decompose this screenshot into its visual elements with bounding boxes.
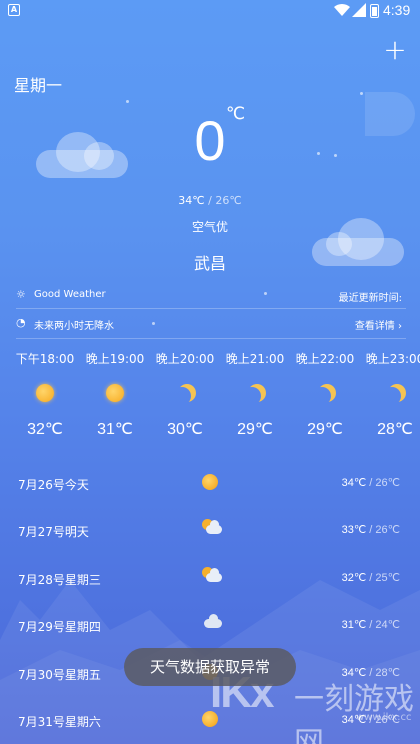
- add-city-button[interactable]: +: [380, 36, 410, 66]
- error-toast: 天气数据获取异常: [124, 648, 296, 686]
- daily-date: 7月26号今天: [18, 478, 89, 492]
- high-temperature: 34℃: [178, 194, 205, 207]
- divider: [16, 308, 406, 309]
- daily-high: 33℃: [341, 524, 367, 537]
- daily-high: 32℃: [341, 571, 367, 584]
- star-decoration: [317, 152, 320, 155]
- hourly-item: 晚上21:00 29℃: [220, 350, 290, 439]
- daily-date: 7月28号星期三: [18, 572, 101, 587]
- hourly-time: 晚上20:00: [155, 352, 215, 366]
- hourly-forecast[interactable]: 下午18:00 32℃ 晚上19:00 31℃ 晚上20:00 30℃ 晚上21:00 29℃…: [0, 350, 420, 450]
- status-time: 4:39: [383, 2, 411, 18]
- daily-date: 7月30号星期五: [18, 667, 101, 682]
- daily-forecast-row[interactable]: 7月29号星期四 31℃ / 24℃: [18, 614, 404, 638]
- signal-icon: [352, 3, 366, 17]
- daily-forecast-row[interactable]: 7月27号明天 33℃ / 26℃: [18, 519, 404, 543]
- moon-icon: [384, 384, 406, 406]
- air-quality: 空气优: [191, 220, 228, 234]
- weather-status-text: Good Weather: [34, 289, 106, 300]
- daily-date: 7月29号星期四: [18, 620, 101, 635]
- hourly-temperature: 32℃: [27, 421, 63, 438]
- hourly-item: 晚上19:00 31℃: [80, 350, 150, 439]
- hourly-item: 下午18:00 32℃: [10, 350, 80, 439]
- hourly-temperature: 29℃: [307, 421, 343, 438]
- hourly-time: 晚上23:00: [365, 352, 420, 366]
- chevron-right-icon: ›: [398, 321, 402, 332]
- watermark-url: www.ikx.cc: [356, 712, 412, 723]
- daily-temperature: 31℃ / 24℃: [342, 618, 400, 631]
- daily-forecast-row[interactable]: 7月26号今天 34℃ / 26℃: [18, 472, 404, 496]
- hourly-temperature: 28℃: [377, 421, 413, 438]
- hourly-item: 晚上22:00 29℃: [290, 350, 360, 439]
- update-time-label: 最近更新时间:: [338, 293, 402, 304]
- rain-forecast-row: ◔ 未来两小时无降水 查看详情 ›: [16, 312, 406, 336]
- star-decoration: [334, 154, 337, 157]
- cloudy-icon: [202, 614, 222, 634]
- app-notification-icon: A: [8, 4, 20, 16]
- temperature-unit: ℃: [226, 104, 246, 124]
- sun-icon: [34, 384, 56, 406]
- city-name[interactable]: 武昌: [0, 250, 420, 274]
- daily-temperature: 32℃ / 25℃: [342, 571, 400, 584]
- daily-forecast-row[interactable]: 7月28号星期三 32℃ / 25℃: [18, 566, 404, 591]
- partly-cloudy-icon: [202, 566, 222, 587]
- hourly-time: 下午18:00: [15, 352, 75, 366]
- moon-icon: [244, 384, 266, 406]
- sun-outline-icon: ☼: [16, 288, 26, 301]
- moon-decoration: [365, 92, 415, 136]
- hourly-time: 晚上21:00: [225, 352, 285, 366]
- battery-icon: [370, 4, 379, 18]
- daily-temperature: 34℃ / 26℃: [342, 476, 400, 489]
- watermark-text: 一刻游戏网: [294, 682, 414, 744]
- daily-date: 7月27号明天: [18, 525, 89, 540]
- hourly-temperature: 29℃: [237, 421, 273, 438]
- daily-low: 24℃: [375, 619, 400, 632]
- low-temperature: 26℃: [215, 194, 242, 207]
- range-separator: /: [204, 194, 216, 207]
- daily-high: 31℃: [341, 619, 367, 632]
- hourly-temperature: 31℃: [97, 421, 133, 438]
- daily-low: 26℃: [375, 524, 400, 537]
- hourly-temperature: 30℃: [167, 421, 203, 438]
- hourly-item: 晚上20:00 30℃: [150, 350, 220, 439]
- status-bar: A 4:39: [0, 0, 420, 22]
- wifi-icon: [334, 3, 350, 16]
- moon-icon: [174, 384, 196, 406]
- rain-forecast-text: 未来两小时无降水: [34, 321, 114, 332]
- moon-icon: [314, 384, 336, 406]
- partly-cloudy-icon: [202, 519, 222, 539]
- divider: [16, 338, 406, 339]
- weekday-label: 星期一: [14, 76, 63, 95]
- hourly-time: 晚上22:00: [295, 352, 355, 366]
- view-details-label: 查看详情: [354, 321, 395, 332]
- daily-high: 34℃: [341, 477, 367, 489]
- star-decoration: [360, 92, 363, 95]
- weather-status-row: ☼ Good Weather 最近更新时间:: [16, 284, 406, 308]
- daily-date: 7月31号星期六: [18, 715, 101, 729]
- hourly-time: 晚上19:00: [85, 352, 145, 366]
- rain-drop-icon: ◔: [16, 316, 26, 329]
- hourly-item: 晚上23:00 28℃: [360, 350, 420, 439]
- temperature-range: 34℃ / 26℃: [0, 194, 420, 207]
- daily-low: 25℃: [375, 571, 400, 584]
- sun-icon: [104, 384, 126, 406]
- daily-temperature: 33℃ / 26℃: [342, 523, 400, 536]
- star-decoration: [126, 100, 129, 103]
- sun-icon: [202, 472, 222, 492]
- view-details-link[interactable]: 查看详情 ›: [355, 317, 402, 332]
- cloud-decoration: [36, 132, 128, 178]
- daily-low: 26℃: [375, 477, 400, 489]
